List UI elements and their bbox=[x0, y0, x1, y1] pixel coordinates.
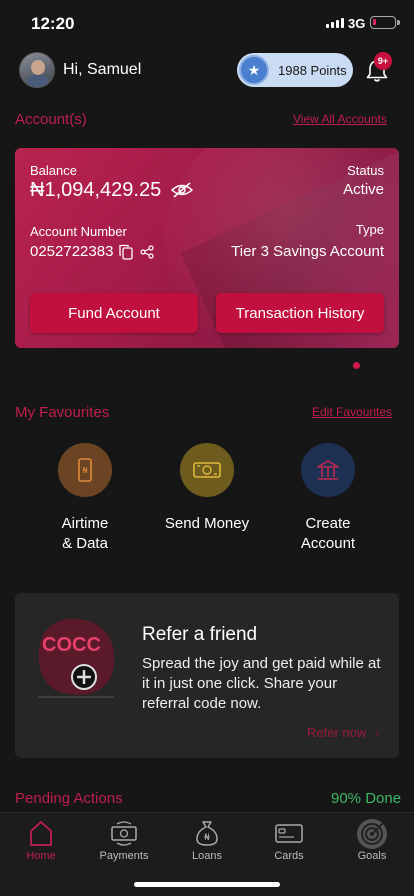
tab-label: Cards bbox=[274, 850, 304, 862]
favourite-label-line2: Account bbox=[300, 535, 356, 552]
account-type: Tier 3 Savings Account bbox=[231, 243, 384, 260]
svg-text:₦: ₦ bbox=[204, 833, 210, 843]
money-icon bbox=[180, 443, 234, 497]
home-icon bbox=[30, 821, 52, 846]
loans-icon: ₦ bbox=[196, 821, 218, 846]
tab-label: Home bbox=[26, 850, 56, 862]
referral-text: Spread the joy and get paid while at it … bbox=[142, 655, 381, 712]
edit-favourites-link[interactable]: Edit Favourites bbox=[312, 405, 392, 419]
payments-icon bbox=[111, 821, 137, 846]
status-time: 12:20 bbox=[31, 14, 75, 33]
favourite-create-account[interactable]: Create Account bbox=[288, 443, 368, 554]
view-all-accounts-link[interactable]: View All Accounts bbox=[293, 112, 387, 126]
carousel-dot[interactable] bbox=[353, 362, 360, 369]
battery-icon bbox=[370, 16, 400, 29]
type-label: Type bbox=[355, 222, 384, 237]
refer-now-link[interactable]: Refer now bbox=[307, 725, 366, 740]
points-pill[interactable]: ★ 1988 Points bbox=[237, 53, 353, 87]
pending-actions-title[interactable]: Pending Actions bbox=[15, 790, 123, 807]
points-text: 1988 Points bbox=[278, 62, 347, 78]
tab-label: Goals bbox=[357, 850, 387, 862]
favourite-label-line1: Airtime bbox=[61, 515, 109, 532]
tab-payments[interactable]: Payments bbox=[89, 818, 159, 862]
medal-icon: ★ bbox=[239, 55, 269, 85]
referral-logo-text: COCC bbox=[42, 634, 101, 656]
share-icon[interactable] bbox=[140, 245, 154, 259]
goals-icon bbox=[357, 819, 387, 849]
accounts-title: Account(s) bbox=[15, 111, 87, 128]
favourite-label-line1: Send Money bbox=[164, 515, 250, 532]
tab-label: Payments bbox=[99, 850, 149, 862]
tab-goals[interactable]: Goals bbox=[337, 818, 407, 862]
tab-home[interactable]: Home bbox=[6, 818, 76, 862]
favourite-send-money[interactable]: Send Money bbox=[157, 443, 257, 534]
svg-text:₦: ₦ bbox=[82, 466, 87, 475]
chevron-right-icon: › bbox=[375, 724, 380, 740]
phone-icon: ₦ bbox=[58, 443, 112, 497]
notification-badge: 9+ bbox=[374, 52, 392, 70]
status-label: Status bbox=[347, 163, 384, 178]
home-indicator bbox=[134, 882, 280, 887]
favourite-label-line1: Create bbox=[305, 515, 351, 532]
bank-icon bbox=[301, 443, 355, 497]
network-type: 3G bbox=[348, 16, 366, 31]
tab-loans[interactable]: ₦ Loans bbox=[172, 818, 242, 862]
status-value: Active bbox=[343, 181, 384, 198]
favourite-label-line2: & Data bbox=[62, 535, 108, 552]
referral-title: Refer a friend bbox=[142, 624, 258, 645]
fund-account-button[interactable]: Fund Account bbox=[30, 293, 198, 333]
greeting: Hi, Samuel bbox=[63, 61, 142, 78]
pending-progress: 90% Done bbox=[331, 790, 402, 807]
copy-icon[interactable] bbox=[119, 244, 133, 260]
account-number-label: Account Number bbox=[30, 224, 127, 239]
tab-label: Loans bbox=[192, 850, 222, 862]
account-number: 0252722383 bbox=[30, 243, 114, 260]
balance-value: ₦1,094,429.25 bbox=[30, 179, 162, 201]
account-card: Balance ₦1,094,429.25 Status Active Acco… bbox=[15, 148, 399, 348]
cards-icon bbox=[275, 824, 303, 843]
avatar[interactable] bbox=[19, 52, 55, 88]
signal-icon bbox=[326, 18, 344, 28]
tab-cards[interactable]: Cards bbox=[254, 818, 324, 862]
referral-illustration: COCC bbox=[38, 618, 115, 698]
eye-off-icon[interactable] bbox=[171, 181, 193, 199]
balance-label: Balance bbox=[30, 163, 77, 178]
favourites-title: My Favourites bbox=[15, 404, 110, 421]
favourite-airtime[interactable]: ₦ Airtime & Data bbox=[45, 443, 125, 554]
transaction-history-button[interactable]: Transaction History bbox=[216, 293, 384, 333]
